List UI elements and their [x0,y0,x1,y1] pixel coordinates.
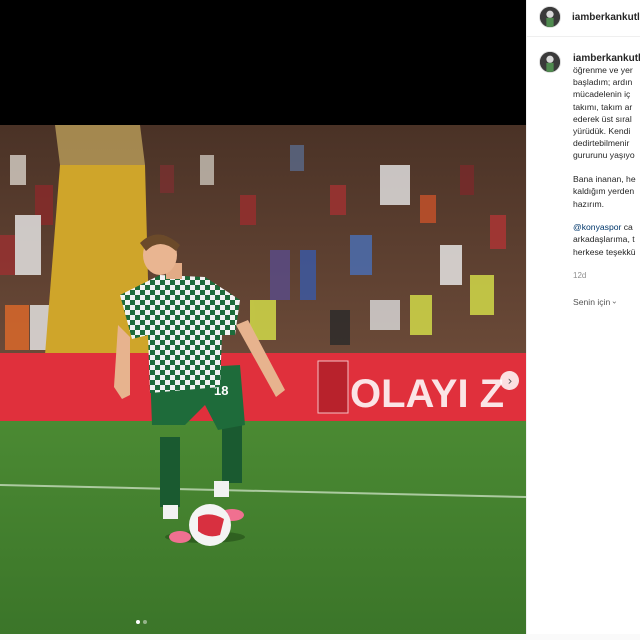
caption-text: öğrenme ve yer başladım; ardın mücadelen… [573,64,640,258]
caption-line-rest: ca [621,222,633,233]
post-photo[interactable]: OLAYI Z 18 [0,125,526,634]
header-username[interactable]: iamberkankutlu [572,12,640,23]
caption-line: Bana inanan, he [573,174,636,185]
caption-username[interactable]: iamberkankutlu [573,53,640,64]
audience-selector[interactable]: Senin için › [573,297,620,307]
carousel-indicator [136,620,147,624]
caption-mention-line: @konyaspor ca [573,221,640,233]
caption-line: dedirtebilmenir [573,138,630,149]
instagram-post-view: OLAYI Z 18 › iamberkankutlu iamberkankut… [0,0,640,640]
post-time[interactable]: 12d [573,271,586,280]
mention-link[interactable]: @konyaspor [573,222,621,232]
media-panel: OLAYI Z 18 › [0,0,526,634]
post-header: iamberkankutlu [527,0,640,37]
audience-label: Senin için [573,297,611,307]
caption-line: hazırım. [573,198,605,209]
carousel-dot-active [136,620,140,624]
caption-line: başladım; ardın [573,77,633,88]
caption-line: gururunu yaşıyo [573,150,635,161]
caption-avatar[interactable] [539,51,561,73]
caption-line: öğrenme ve yer [573,65,633,75]
caption-line: ederek üst sıral [573,113,632,124]
chevron-down-icon: › [610,300,620,304]
caption-line: kaldığım yerden [573,186,635,197]
caption-line: takımı, takım ar [573,101,633,112]
caption-line: herkese teşekkü [573,246,636,257]
avatar[interactable] [539,6,561,28]
football-player-image: OLAYI Z 18 [0,125,526,634]
post-side-panel: iamberkankutlu iamberkankutlu öğrenme ve… [526,0,640,634]
caption-line: yürüdük. Kendi [573,126,631,137]
next-photo-button[interactable]: › [500,371,519,390]
banner-text: OLAYI Z [350,372,504,416]
caption-line: arkadaşlarıma, t [573,234,635,245]
caption-line: mücadelenin iç [573,89,631,100]
chevron-right-icon: › [507,373,513,388]
carousel-dot [143,620,147,624]
bottom-edge [0,634,640,640]
